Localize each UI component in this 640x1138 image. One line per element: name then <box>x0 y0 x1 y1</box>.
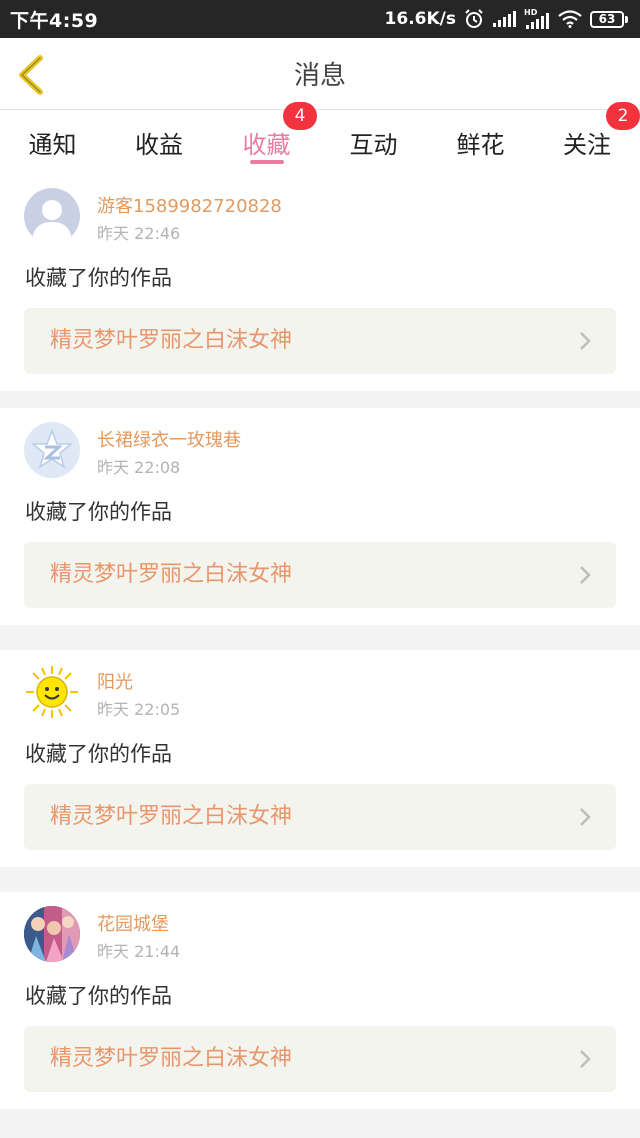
work-title: 精灵梦叶罗丽之白沫女神 <box>50 1046 293 1071</box>
avatar[interactable] <box>24 422 80 478</box>
active-tab-indicator <box>249 160 284 164</box>
message-time: 昨天 22:08 <box>97 458 181 477</box>
tab-bar: 通知 收益 收藏 4 互动 鲜花 关注 2 <box>0 102 640 174</box>
username[interactable]: 游客1589982720828 <box>97 192 282 218</box>
work-link[interactable]: 精灵梦叶罗丽之白沫女神 <box>24 308 616 374</box>
work-link[interactable]: 精灵梦叶罗丽之白沫女神 <box>24 784 616 850</box>
alarm-icon <box>465 9 483 28</box>
tab-favorites[interactable]: 收藏 4 <box>213 102 320 174</box>
message-card: 阳光 昨天 22:05 收藏了你的作品 精灵梦叶罗丽之白沫女神 <box>0 650 640 867</box>
net-speed: 16.6K/s <box>384 9 456 29</box>
work-title: 精灵梦叶罗丽之白沫女神 <box>50 804 293 829</box>
status-time: 下午4:59 <box>10 9 99 32</box>
tab-follows[interactable]: 关注 2 <box>534 102 640 174</box>
message-time: 昨天 22:46 <box>97 224 181 243</box>
photo-avatar <box>24 906 80 962</box>
message-time: 昨天 22:05 <box>97 700 181 719</box>
wifi-icon <box>558 10 582 28</box>
hd-signal-icon: HD <box>524 8 549 29</box>
action-text: 收藏了你的作品 <box>25 984 172 1008</box>
tab-flowers[interactable]: 鲜花 <box>427 110 534 174</box>
work-title: 精灵梦叶罗丽之白沫女神 <box>50 562 293 587</box>
tab-label: 关注 <box>563 130 611 159</box>
avatar[interactable] <box>24 664 80 720</box>
message-card: 花园城堡 昨天 21:44 收藏了你的作品 精灵梦叶罗丽之白沫女神 <box>0 892 640 1109</box>
tab-label: 互动 <box>349 130 398 159</box>
tab-earnings[interactable]: 收益 <box>105 110 213 174</box>
username[interactable]: 花园城堡 <box>97 910 169 936</box>
battery-icon: 63 <box>590 10 628 28</box>
message-card: 游客1589982720828 昨天 22:46 收藏了你的作品 精灵梦叶罗丽之… <box>0 174 640 391</box>
tab-badge: 2 <box>606 102 640 130</box>
work-link[interactable]: 精灵梦叶罗丽之白沫女神 <box>24 1026 616 1092</box>
username[interactable]: 长裙绿衣一玫瑰巷 <box>97 426 241 452</box>
status-icons: 16.6K/s HD 63 <box>385 8 628 30</box>
tab-label: 收藏 <box>242 130 291 159</box>
action-text: 收藏了你的作品 <box>25 500 172 524</box>
app-header: 消息 <box>0 38 640 110</box>
avatar[interactable] <box>24 906 80 962</box>
avatar[interactable] <box>24 188 80 244</box>
chevron-right-icon <box>580 808 591 826</box>
chevron-right-icon <box>580 1050 591 1068</box>
tab-label: 鲜花 <box>456 130 505 159</box>
action-text: 收藏了你的作品 <box>25 266 172 290</box>
username[interactable]: 阳光 <box>97 668 133 694</box>
chevron-right-icon <box>580 332 591 350</box>
work-title: 精灵梦叶罗丽之白沫女神 <box>50 328 293 353</box>
tab-interactions[interactable]: 互动 <box>320 110 427 174</box>
tab-notifications[interactable]: 通知 <box>0 110 105 174</box>
work-link[interactable]: 精灵梦叶罗丽之白沫女神 <box>24 542 616 608</box>
sun-icon <box>24 664 80 720</box>
page-title: 消息 <box>293 61 346 91</box>
message-card: 长裙绿衣一玫瑰巷 昨天 22:08 收藏了你的作品 精灵梦叶罗丽之白沫女神 <box>0 408 640 625</box>
chevron-right-icon <box>580 566 591 584</box>
default-user-icon <box>24 188 80 244</box>
status-bar: 下午4:59 16.6K/s HD 63 <box>0 0 640 38</box>
tab-label: 收益 <box>135 130 183 159</box>
action-text: 收藏了你的作品 <box>25 742 172 766</box>
battery-level: 63 <box>590 10 624 28</box>
qq-logo-icon <box>24 422 80 478</box>
signal-icon <box>493 11 516 27</box>
tab-label: 通知 <box>28 130 77 159</box>
tab-badge: 4 <box>283 102 317 130</box>
back-arrow-icon[interactable] <box>14 54 50 96</box>
svg-text:HD: HD <box>524 8 538 17</box>
message-time: 昨天 21:44 <box>97 942 181 961</box>
